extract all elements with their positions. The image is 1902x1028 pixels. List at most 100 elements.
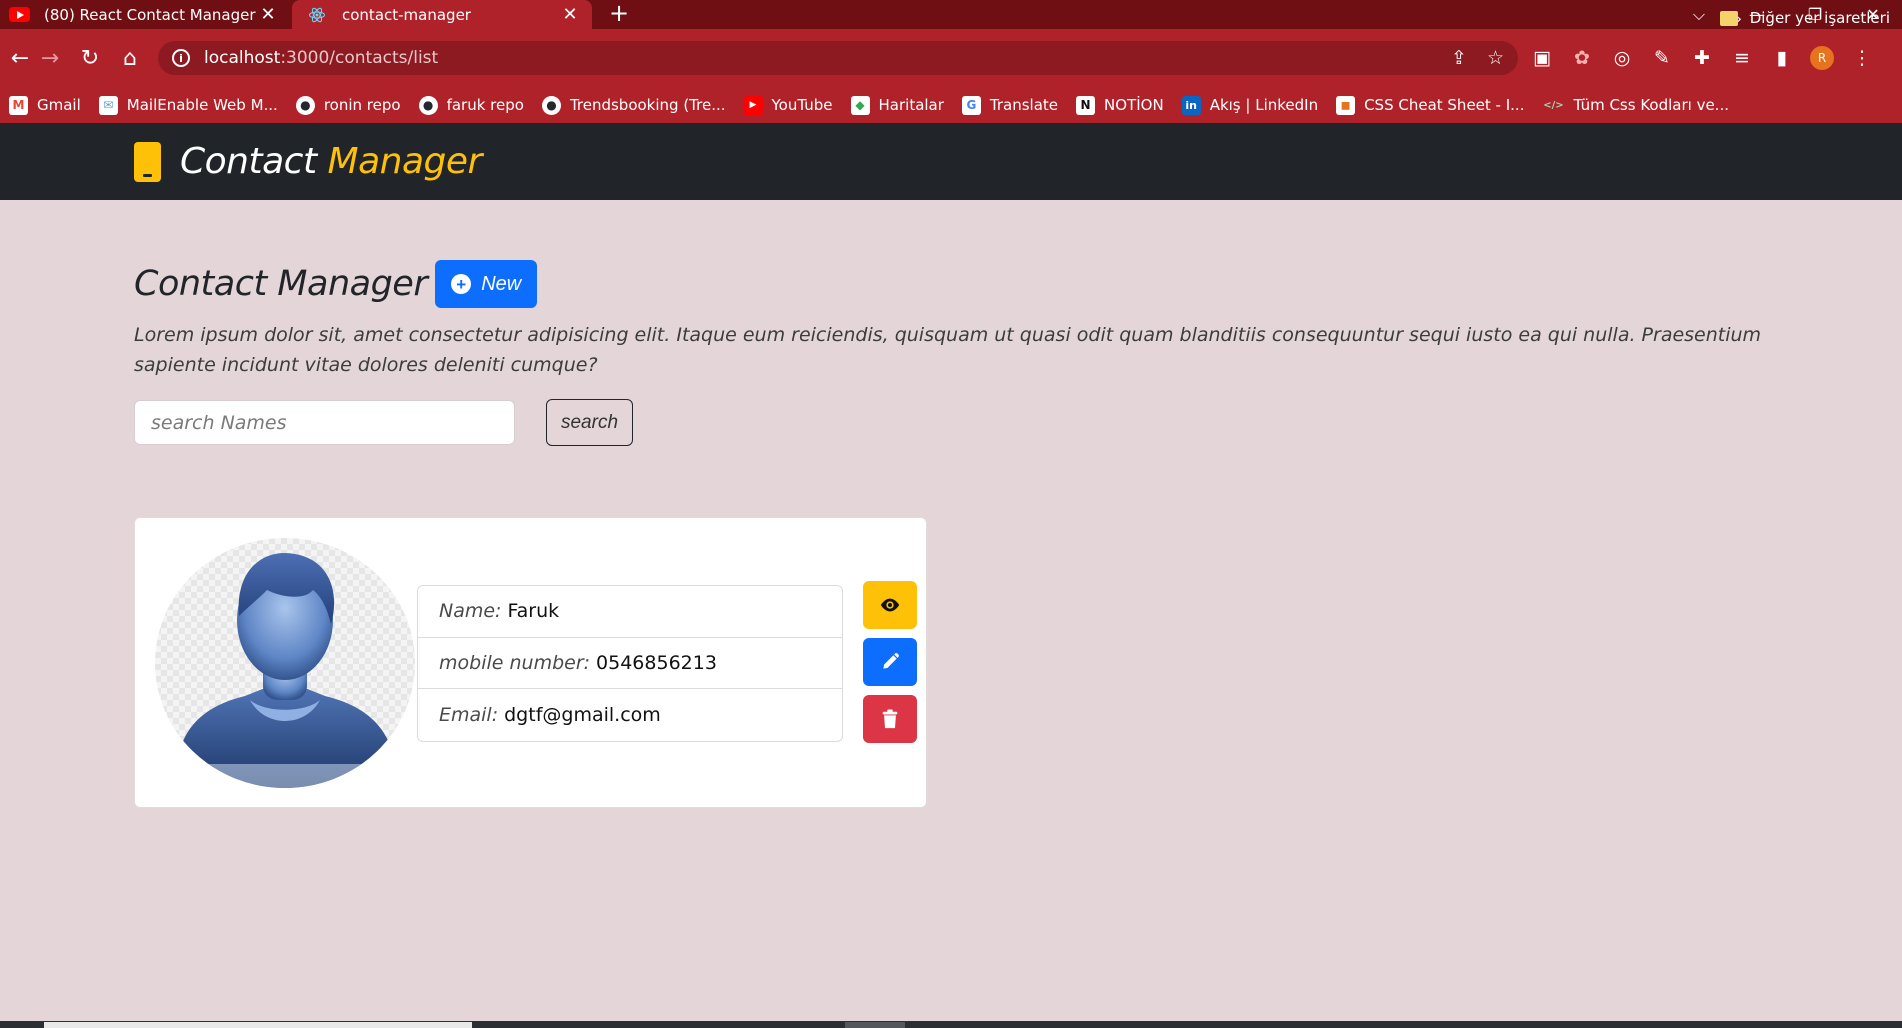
bookmark-item[interactable]: ◼ CSS Cheat Sheet - I...	[1327, 95, 1533, 115]
bookmark-item[interactable]: ● Trendsbooking (Tre...	[533, 95, 735, 115]
bookmark-item[interactable]: ● ronin repo	[287, 95, 410, 115]
browser-tab-strip: (80) React Contact Manager App ✕ contact…	[0, 0, 1902, 29]
view-contact-button[interactable]	[863, 581, 917, 629]
extension-icon[interactable]: ◎	[1610, 46, 1634, 70]
bookmark-label: Akış | LinkedIn	[1209, 96, 1319, 114]
extension-icon[interactable]: ✿	[1570, 46, 1594, 70]
tab-close-icon[interactable]: ✕	[558, 4, 582, 25]
code-icon: </>	[1543, 99, 1564, 111]
name-label: Name:	[439, 600, 502, 623]
bookmark-item[interactable]: ● faruk repo	[410, 95, 533, 115]
search-button[interactable]: search	[546, 399, 633, 446]
other-bookmarks-label: Diğer yer işaretleri	[1749, 9, 1890, 27]
url-path: :3000/contacts/list	[280, 48, 439, 68]
profile-avatar[interactable]: R	[1810, 46, 1834, 70]
bookmark-label: YouTube	[771, 96, 833, 114]
brand-link[interactable]: Contact Manager	[134, 123, 482, 200]
brand-main: Contact	[180, 141, 317, 182]
contact-mobile-row: mobile number: 0546856213	[418, 638, 842, 689]
url-host: localhost	[204, 48, 281, 68]
contact-actions	[863, 581, 917, 752]
user-silhouette-icon	[176, 552, 396, 788]
tab-close-icon[interactable]: ✕	[256, 4, 280, 25]
trash-icon	[882, 709, 898, 729]
site-info-icon[interactable]: i	[172, 49, 190, 67]
mobile-label: mobile number:	[439, 651, 591, 674]
contact-email: dgtf@gmail.com	[504, 703, 661, 726]
bookmark-label: NOTİON	[1104, 96, 1164, 114]
gmail-icon: M	[9, 95, 28, 115]
tab-contact-manager[interactable]: contact-manager ✕	[292, 0, 592, 29]
bookmark-label: CSS Cheat Sheet - I...	[1364, 96, 1525, 114]
maps-icon: ◆	[850, 95, 870, 115]
app-navbar: Contact Manager	[0, 123, 1902, 200]
menu-kebab-icon[interactable]: ⋮	[1850, 46, 1874, 70]
contact-name: Faruk	[507, 600, 560, 623]
bookmark-item[interactable]: </> Tüm Css Kodları ve...	[1533, 96, 1738, 115]
contact-name-row: Name: Faruk	[418, 586, 842, 638]
translate-icon: G	[961, 95, 981, 115]
github-icon: ●	[541, 95, 561, 115]
youtube-icon	[8, 7, 30, 23]
page-title: Contact Manager	[134, 264, 428, 304]
tab-title: contact-manager	[342, 5, 471, 24]
youtube-icon: ▶	[743, 95, 763, 115]
bookmark-label: Gmail	[37, 96, 81, 114]
bookmark-label: Tüm Css Kodları ve...	[1573, 96, 1729, 114]
react-icon	[306, 7, 328, 23]
address-bar[interactable]: i localhost:3000/contacts/list ⇪ ☆	[158, 41, 1518, 75]
mobile-phone-icon	[134, 141, 161, 182]
extension-icon[interactable]: ✎	[1650, 46, 1674, 70]
eye-icon	[880, 598, 900, 612]
tab-title: (80) React Contact Manager App	[44, 5, 256, 24]
bookmarks-bar: M Gmail ✉ MailEnable Web M... ● ronin repo ● fa…	[0, 87, 1902, 123]
search-input[interactable]	[134, 400, 515, 445]
edit-contact-button[interactable]	[863, 638, 917, 686]
new-contact-button[interactable]: + New	[435, 260, 538, 308]
puzzle-icon[interactable]: ✚	[1690, 46, 1714, 70]
brand-title: Contact Manager	[180, 141, 482, 182]
css-icon: ◼	[1336, 95, 1356, 115]
browser-toolbar: ← → ↻ ⌂ i localhost:3000/contacts/list ⇪…	[0, 29, 1902, 87]
github-icon: ●	[295, 95, 315, 115]
bookmark-label: faruk repo	[446, 96, 524, 114]
bookmark-item[interactable]: ✉ MailEnable Web M...	[90, 95, 287, 115]
contact-mobile: 0546856213	[596, 651, 717, 674]
bookmark-label: Translate	[989, 96, 1059, 114]
bookmark-item[interactable]: M Gmail	[0, 95, 90, 115]
brand-accent: Manager	[327, 141, 483, 182]
contact-details-list: Name: Faruk mobile number: 0546856213 Em…	[417, 585, 843, 742]
folder-icon	[1719, 10, 1738, 26]
plus-circle-icon: +	[451, 274, 472, 294]
home-icon[interactable]: ⌂	[112, 29, 148, 87]
bookmark-label: Haritalar	[878, 96, 944, 114]
notion-icon: N	[1076, 95, 1096, 115]
linkedin-icon: in	[1181, 95, 1201, 115]
contact-email-row: Email: dgtf@gmail.com	[418, 689, 842, 741]
forward-arrow-icon[interactable]: →	[32, 29, 68, 87]
intro-text: Lorem ipsum dolor sit, amet consectetur …	[134, 324, 1762, 376]
reload-icon[interactable]: ↻	[72, 29, 108, 87]
bookmark-item[interactable]: G Translate	[953, 95, 1067, 115]
page-heading: Contact Manager + New	[134, 260, 538, 308]
contact-avatar	[155, 538, 415, 788]
tab-youtube[interactable]: (80) React Contact Manager App ✕	[0, 0, 290, 29]
scrollbar-thumb[interactable]	[44, 1022, 472, 1028]
extension-icon[interactable]: ▣	[1530, 46, 1554, 70]
side-panel-icon[interactable]: ▮	[1770, 46, 1794, 70]
bookmark-item[interactable]: N NOTİON	[1067, 95, 1173, 115]
bookmark-item[interactable]: ◆ Haritalar	[842, 95, 953, 115]
extensions-area: ▣ ✿ ◎ ✎ ✚ ≡ ▮ R ⋮	[1530, 29, 1874, 87]
github-icon: ●	[418, 95, 438, 115]
reading-list-icon[interactable]: ≡	[1730, 46, 1754, 70]
pen-icon	[883, 653, 899, 669]
bookmark-star-icon[interactable]: ☆	[1487, 47, 1504, 69]
share-icon[interactable]: ⇪	[1451, 47, 1467, 69]
scrollbar-marker	[845, 1022, 905, 1028]
new-tab-button[interactable]: +	[604, 0, 634, 29]
other-bookmarks-folder[interactable]: Diğer yer işaretleri	[1719, 0, 1890, 36]
delete-contact-button[interactable]	[863, 695, 917, 743]
bookmark-item[interactable]: ▶ YouTube	[735, 95, 842, 115]
bookmark-label: ronin repo	[323, 96, 401, 114]
bookmark-item[interactable]: in Akış | LinkedIn	[1173, 95, 1327, 115]
